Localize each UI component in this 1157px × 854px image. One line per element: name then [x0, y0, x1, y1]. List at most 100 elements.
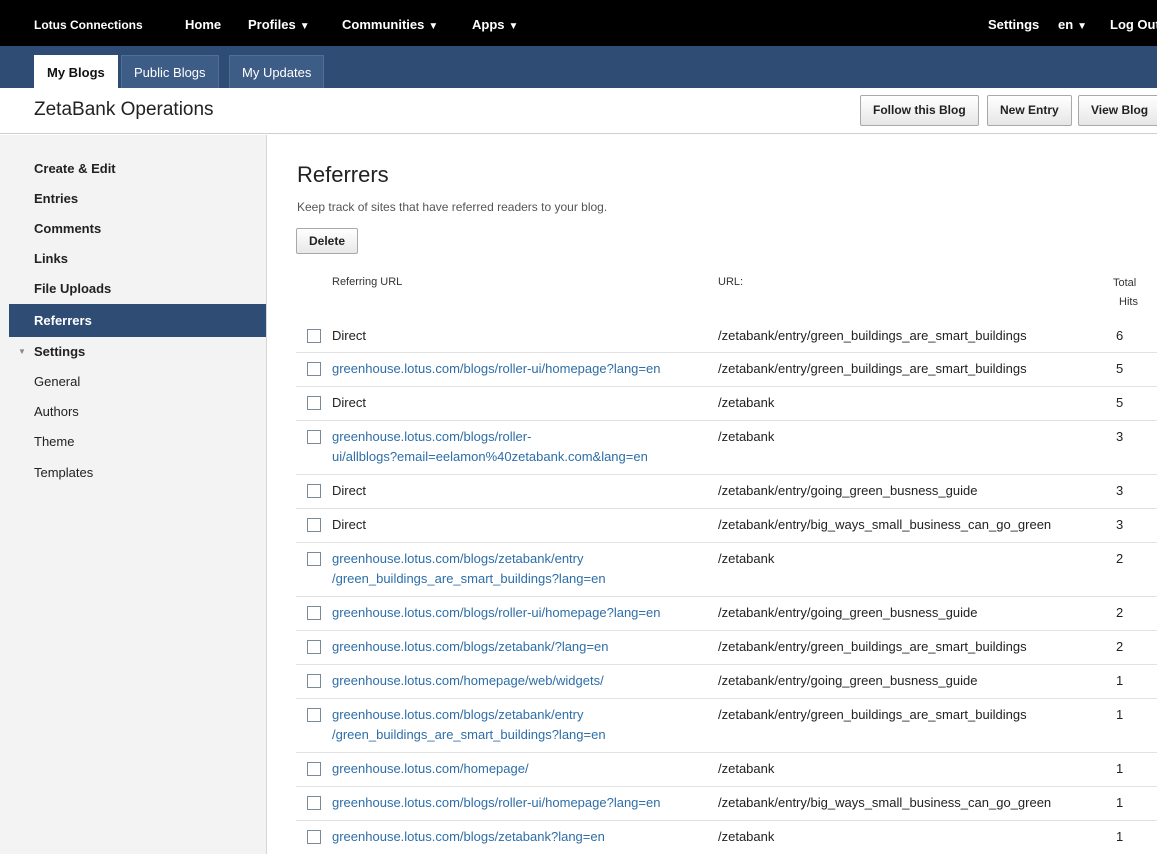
referrer-text: Direct [332, 328, 366, 343]
sidebar-item-create-edit[interactable]: Create & Edit [34, 161, 116, 176]
nav-communities-label: Communities [342, 17, 425, 32]
sidebar-item-referrers[interactable]: Referrers [9, 304, 266, 337]
row-checkbox[interactable] [307, 552, 321, 566]
table-row: greenhouse.lotus.com/homepage/ /zetabank 1 [296, 753, 1157, 787]
hits-count: 3 [1116, 483, 1124, 498]
row-checkbox[interactable] [307, 830, 321, 844]
table-row: greenhouse.lotus.com/homepage/web/widget… [296, 665, 1157, 699]
hits-count: 1 [1116, 673, 1124, 688]
target-url: /zetabank/entry/green_buildings_are_smar… [718, 328, 1027, 343]
target-url: /zetabank/entry/green_buildings_are_smar… [718, 707, 1027, 722]
row-checkbox[interactable] [307, 762, 321, 776]
column-header-hits: Hits [1119, 296, 1138, 308]
target-url: /zetabank/entry/green_buildings_are_smar… [718, 639, 1027, 654]
sidebar-item-label: Referrers [34, 313, 92, 328]
language-label: en [1058, 17, 1074, 32]
target-url: /zetabank/entry/going_green_busness_guid… [718, 605, 978, 620]
blog-tabs-bar: My Blogs Public Blogs My Updates [0, 46, 1157, 88]
tab-my-updates[interactable]: My Updates [229, 55, 325, 88]
table-row: greenhouse.lotus.com/blogs/roller-ui/hom… [296, 787, 1157, 821]
sidebar-item-templates[interactable]: Templates [34, 465, 93, 480]
table-row: greenhouse.lotus.com/blogs/roller-ui/hom… [296, 597, 1157, 631]
new-entry-button[interactable]: New Entry [987, 95, 1072, 126]
sidebar-item-settings[interactable]: Settings [34, 344, 85, 359]
row-checkbox[interactable] [307, 362, 321, 376]
delete-button[interactable]: Delete [296, 228, 359, 254]
logout-link[interactable]: Log Out [1110, 17, 1157, 32]
sidebar-item-entries[interactable]: Entries [34, 191, 78, 206]
nav-profiles-label: Profiles [248, 17, 296, 32]
column-header-total: Total [1113, 277, 1137, 289]
blog-title: ZetaBank Operations [34, 99, 214, 120]
table-row: greenhouse.lotus.com/blogs/zetabank/entr… [296, 543, 1157, 597]
top-navigation-bar: Lotus Connections Home Profiles ▼ Communi… [0, 0, 1157, 46]
referrer-link[interactable]: greenhouse.lotus.com/blogs/zetabank/entr… [332, 705, 712, 745]
row-checkbox[interactable] [307, 606, 321, 620]
hits-count: 5 [1116, 361, 1124, 376]
target-url: /zetabank [718, 429, 775, 444]
table-row: Direct/zetabank/entry/green_buildings_ar… [296, 320, 1157, 353]
page-description: Keep track of sites that have referred r… [297, 200, 608, 214]
referrer-link[interactable]: greenhouse.lotus.com/blogs/roller-ui/hom… [332, 359, 712, 379]
table-row: Direct/zetabank/entry/big_ways_small_bus… [296, 509, 1157, 543]
target-url: /zetabank [718, 761, 775, 776]
table-row: greenhouse.lotus.com/blogs/zetabank?lang… [296, 821, 1157, 854]
row-checkbox[interactable] [307, 640, 321, 654]
hits-count: 3 [1116, 429, 1124, 444]
table-row: greenhouse.lotus.com/blogs/roller- ui/al… [296, 421, 1157, 475]
hits-count: 2 [1116, 551, 1124, 566]
collapse-triangle-icon[interactable]: ▼ [18, 347, 26, 356]
sidebar-item-authors[interactable]: Authors [34, 404, 79, 419]
referrer-link[interactable]: greenhouse.lotus.com/blogs/roller- ui/al… [332, 427, 712, 467]
row-checkbox[interactable] [307, 396, 321, 410]
referrer-link[interactable]: greenhouse.lotus.com/blogs/zetabank?lang… [332, 827, 712, 847]
sidebar-item-general[interactable]: General [34, 374, 80, 389]
row-checkbox[interactable] [307, 484, 321, 498]
sidebar: Create & Edit Entries Comments Links Fil… [0, 135, 267, 854]
chevron-down-icon: ▼ [508, 21, 519, 32]
row-checkbox[interactable] [307, 674, 321, 688]
nav-communities[interactable]: Communities ▼ [342, 17, 438, 32]
nav-profiles[interactable]: Profiles ▼ [248, 17, 310, 32]
column-header-referring-url: Referring URL [332, 276, 403, 288]
row-checkbox[interactable] [307, 430, 321, 444]
referrer-link[interactable]: greenhouse.lotus.com/blogs/zetabank/entr… [332, 549, 712, 589]
chevron-down-icon: ▼ [1077, 21, 1088, 32]
referrer-link[interactable]: greenhouse.lotus.com/blogs/zetabank/?lan… [332, 637, 712, 657]
referrer-link[interactable]: greenhouse.lotus.com/blogs/roller-ui/hom… [332, 603, 712, 623]
row-checkbox[interactable] [307, 796, 321, 810]
target-url: /zetabank/entry/going_green_busness_guid… [718, 673, 978, 688]
table-row: greenhouse.lotus.com/blogs/roller-ui/hom… [296, 353, 1157, 387]
target-url: /zetabank [718, 395, 775, 410]
hits-count: 3 [1116, 517, 1124, 532]
hits-count: 2 [1116, 639, 1124, 654]
row-checkbox[interactable] [307, 329, 321, 343]
sidebar-item-links[interactable]: Links [34, 251, 68, 266]
tab-my-blogs[interactable]: My Blogs [34, 55, 118, 88]
nav-settings[interactable]: Settings [988, 17, 1039, 32]
target-url: /zetabank/entry/green_buildings_are_smar… [718, 361, 1027, 376]
view-blog-button[interactable]: View Blog [1078, 95, 1157, 126]
target-url: /zetabank [718, 829, 775, 844]
referrer-link[interactable]: greenhouse.lotus.com/homepage/web/widget… [332, 671, 712, 691]
chevron-down-icon: ▼ [299, 21, 310, 32]
referrer-text: Direct [332, 483, 366, 498]
row-checkbox[interactable] [307, 708, 321, 722]
tab-public-blogs[interactable]: Public Blogs [121, 55, 219, 88]
row-checkbox[interactable] [307, 518, 321, 532]
referrer-link[interactable]: greenhouse.lotus.com/blogs/roller-ui/hom… [332, 793, 712, 813]
referrer-link[interactable]: greenhouse.lotus.com/homepage/ [332, 759, 712, 779]
page-title: Referrers [297, 162, 389, 187]
sidebar-item-file-uploads[interactable]: File Uploads [34, 281, 111, 296]
hits-count: 5 [1116, 395, 1124, 410]
sidebar-item-theme[interactable]: Theme [34, 434, 74, 449]
sidebar-item-comments[interactable]: Comments [34, 221, 101, 236]
target-url: /zetabank/entry/going_green_busness_guid… [718, 483, 978, 498]
target-url: /zetabank [718, 551, 775, 566]
table-row: greenhouse.lotus.com/blogs/zetabank/?lan… [296, 631, 1157, 665]
language-selector[interactable]: en ▼ [1058, 17, 1087, 32]
brand-link[interactable]: Lotus Connections [34, 18, 143, 32]
follow-blog-button[interactable]: Follow this Blog [860, 95, 979, 126]
nav-apps[interactable]: Apps ▼ [472, 17, 518, 32]
nav-home[interactable]: Home [185, 17, 221, 32]
